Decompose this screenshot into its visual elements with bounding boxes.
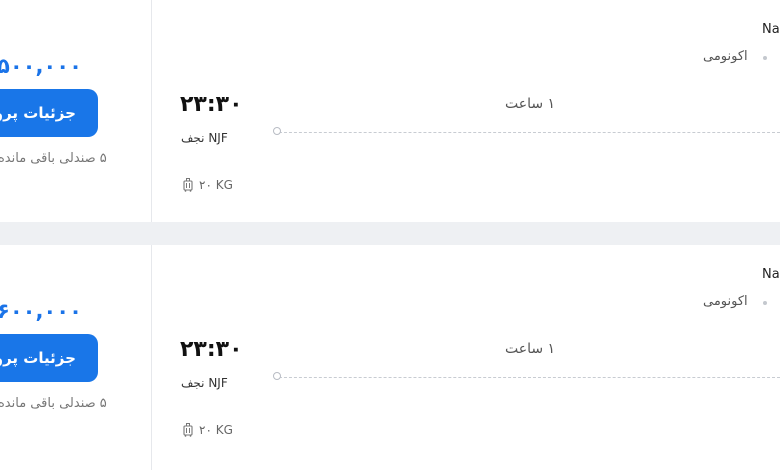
route-line	[279, 377, 780, 378]
arrival-time: ۲۳:۳۰	[180, 92, 243, 117]
seats-remaining: ۵ صندلی باقی مانده	[0, 396, 107, 411]
cabin-bullet	[763, 301, 767, 305]
airline-name: Naw	[762, 267, 780, 282]
flight-details-button[interactable]: جزئیات پرواز	[0, 89, 98, 137]
flight-price: ۵۰۰,۰۰۰	[0, 54, 82, 78]
cabin-class: اکونومی	[703, 294, 748, 309]
route-line	[279, 132, 780, 133]
seats-remaining: ۵ صندلی باقی مانده	[0, 151, 107, 166]
baggage-weight: ۲۰ KG	[199, 423, 233, 437]
arrival-city: نجف NJF	[181, 131, 228, 145]
arrival-time: ۲۳:۳۰	[180, 337, 243, 362]
card-divider	[151, 245, 152, 470]
baggage-allowance: ۲۰ KG	[183, 178, 233, 192]
flight-price: ۶۰۰,۰۰۰	[0, 299, 82, 323]
cabin-bullet	[763, 56, 767, 60]
flight-card: ۵۰۰,۰۰۰ جزئیات پرواز ۵ صندلی باقی مانده …	[0, 0, 780, 222]
airline-name: Naw	[762, 22, 780, 37]
route-endpoint-dot	[273, 372, 281, 380]
baggage-allowance: ۲۰ KG	[183, 423, 233, 437]
arrival-city: نجف NJF	[181, 376, 228, 390]
cabin-class: اکونومی	[703, 49, 748, 64]
flight-duration: ۱ ساعت	[505, 96, 556, 112]
flight-card: ۶۰۰,۰۰۰ جزئیات پرواز ۵ صندلی باقی مانده …	[0, 245, 780, 470]
flight-details-button[interactable]: جزئیات پرواز	[0, 334, 98, 382]
card-divider	[151, 0, 152, 222]
flight-duration: ۱ ساعت	[505, 341, 556, 357]
luggage-icon	[183, 178, 193, 192]
luggage-icon	[183, 423, 193, 437]
baggage-weight: ۲۰ KG	[199, 178, 233, 192]
route-endpoint-dot	[273, 127, 281, 135]
